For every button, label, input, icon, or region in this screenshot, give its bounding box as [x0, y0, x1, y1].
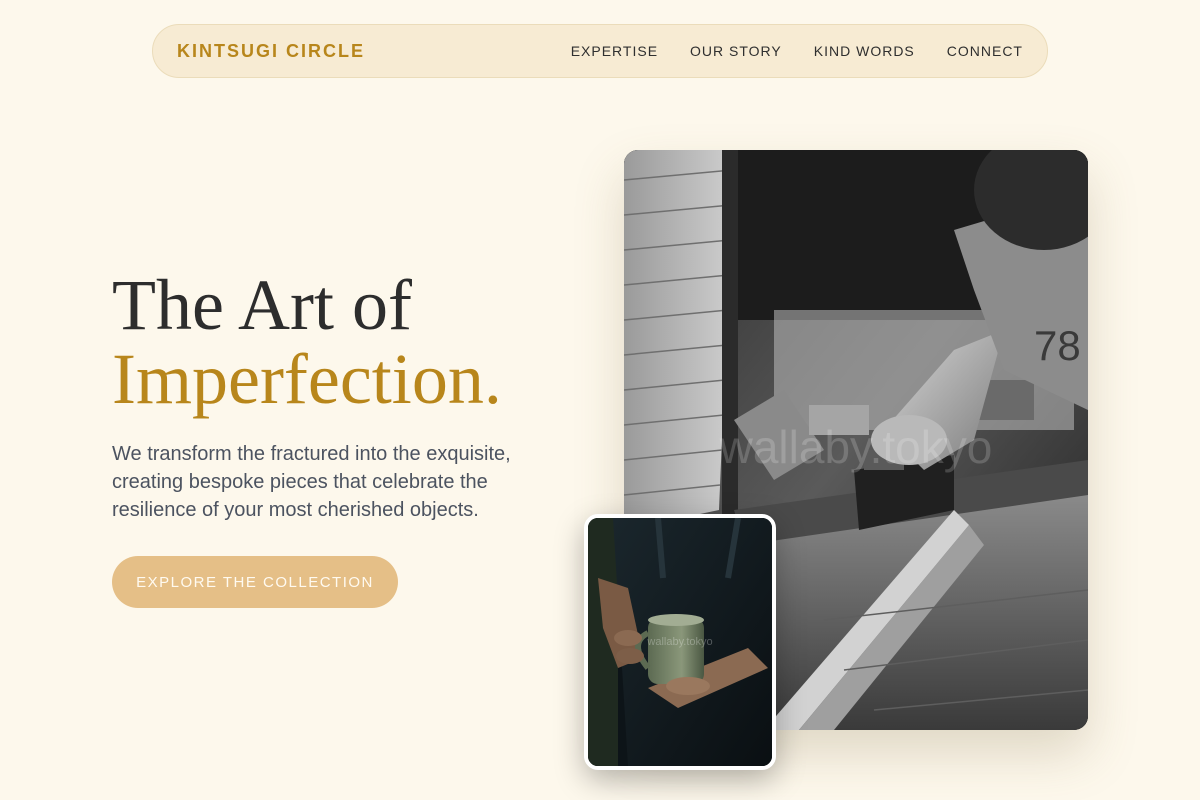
nav-link-kind-words[interactable]: KIND WORDS	[814, 43, 915, 59]
mug-photo: wallaby.tokyo	[584, 514, 776, 770]
hero-title-line2: Imperfection.	[112, 339, 502, 419]
top-nav: KINTSUGI CIRCLE EXPERTISE OUR STORY KIND…	[152, 24, 1048, 78]
explore-collection-button[interactable]: EXPLORE THE COLLECTION	[112, 556, 398, 608]
nav-links: EXPERTISE OUR STORY KIND WORDS CONNECT	[571, 43, 1023, 59]
hero-description: We transform the fractured into the exqu…	[112, 443, 511, 521]
brand-logo[interactable]: KINTSUGI CIRCLE	[177, 41, 365, 62]
hero-title: The Art of Imperfection.	[112, 268, 502, 416]
hero-title-line1: The Art of	[112, 265, 412, 345]
svg-text:78: 78	[1034, 322, 1081, 369]
nav-link-our-story[interactable]: OUR STORY	[690, 43, 782, 59]
mug-photo-watermark: wallaby.tokyo	[647, 636, 713, 648]
nav-link-connect[interactable]: CONNECT	[947, 43, 1023, 59]
nav-link-expertise[interactable]: EXPERTISE	[571, 43, 658, 59]
